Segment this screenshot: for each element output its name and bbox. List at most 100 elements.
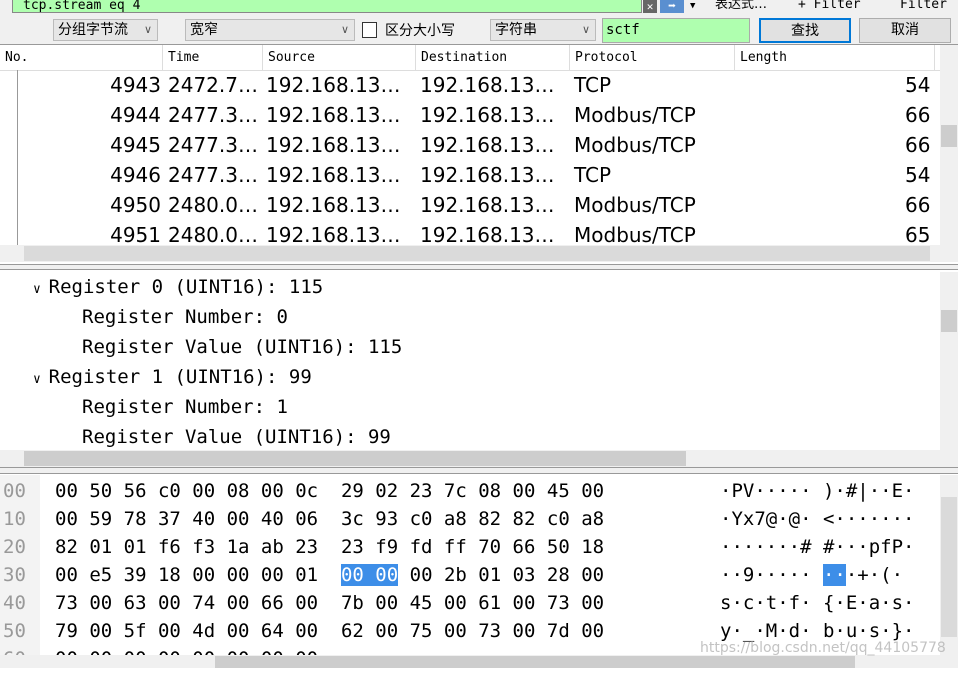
packet-destination: 192.168.13… [420, 133, 555, 157]
packet-list-scrollbar[interactable] [940, 45, 958, 245]
ascii-bytes: ·······# #···pfP· [720, 536, 915, 558]
detail-item[interactable]: Register Value (UINT16): 115 [82, 332, 402, 362]
ascii-bytes: s·c·t·f· {·E·a·s· [720, 592, 915, 614]
detail-text: Register 0 (UINT16): 115 [48, 276, 324, 298]
packet-length: 54 [905, 73, 931, 97]
packet-source: 192.168.13… [266, 163, 401, 187]
pane-splitter[interactable] [0, 467, 958, 474]
hex-offset: 40 [3, 592, 26, 614]
ascii-bytes: ··9····· [720, 564, 823, 586]
case-sensitive-checkbox[interactable] [362, 22, 377, 38]
detail-item[interactable]: Register Number: 1 [82, 392, 288, 422]
detail-item[interactable]: ∨ Register 0 (UINT16): 115 [33, 272, 323, 305]
column-source[interactable]: Source [263, 45, 416, 71]
packet-protocol: Modbus/TCP [574, 193, 696, 217]
hex-bytes: 00 59 78 37 40 00 40 06 3c 93 c0 a8 82 8… [55, 508, 605, 530]
hex-row[interactable]: 20 82 01 01 f6 f3 1a ab 23 23 f9 fd ff 70… [0, 533, 940, 561]
bytes-hscrollbar[interactable] [0, 655, 958, 668]
hex-row[interactable]: 40 73 00 63 00 74 00 66 00 7b 00 45 00 61… [0, 589, 940, 617]
expand-chevron-icon[interactable]: ∨ [33, 282, 49, 297]
hex-bytes: 00 50 56 c0 00 08 00 0c 29 02 23 7c 08 0… [55, 480, 605, 502]
hex-row[interactable]: 30 00 e5 39 18 00 00 00 01 00 00 00 2b 01… [0, 561, 940, 589]
cancel-button[interactable]: 取消 [859, 18, 951, 43]
expression-button[interactable]: 表达式… [715, 0, 767, 13]
column-destination[interactable]: Destination [416, 45, 570, 71]
hex-bytes-rest: 00 2b 01 03 28 00 [398, 564, 605, 586]
ascii-rest: ·+·(· [845, 564, 904, 586]
packet-time: 2477.3… [168, 163, 258, 187]
clear-filter-icon[interactable]: ✕ [643, 0, 657, 13]
add-filter-button[interactable]: + Filter [798, 0, 861, 13]
ascii-bytes: y·_·M·d· b·u·s·}· [720, 620, 915, 642]
column-protocol[interactable]: Protocol [570, 45, 735, 71]
column-time[interactable]: Time [163, 45, 263, 71]
hex-bytes: 79 00 5f 00 4d 00 64 00 62 00 75 00 73 0… [55, 620, 605, 642]
packet-source: 192.168.13… [266, 73, 401, 97]
ascii-bytes: ·Yx7@·@· <······· [720, 508, 915, 530]
packet-destination: 192.168.13… [420, 103, 555, 127]
detail-text: Register 1 (UINT16): 99 [48, 366, 312, 388]
find-button[interactable]: 查找 [759, 18, 851, 43]
detail-text: Register Number: 1 [82, 396, 288, 418]
detail-item[interactable]: Register Value (UINT16): 99 [82, 422, 391, 452]
detail-item[interactable]: Register Number: 0 [82, 302, 288, 332]
packet-time: 2477.3… [168, 133, 258, 157]
packet-protocol: Modbus/TCP [574, 103, 696, 127]
filter-button[interactable]: Filter [900, 0, 947, 13]
packet-protocol: Modbus/TCP [574, 133, 696, 157]
packet-row[interactable]: 4943 2472.7… 192.168.13… 192.168.13… TCP… [0, 70, 940, 100]
packet-source: 192.168.13… [266, 103, 401, 127]
packet-length: 66 [905, 193, 931, 217]
hex-offset: 30 [3, 564, 26, 586]
packet-no: 4950 [110, 193, 161, 217]
detail-text: Register Value (UINT16): 115 [82, 336, 403, 358]
details-scrollbar[interactable] [940, 272, 958, 450]
packet-no: 4944 [110, 103, 161, 127]
display-filter-bar: tcp.stream eq 4 ✕ ➡ ▼ 表达式… + Filter Filt… [0, 0, 958, 14]
packet-row[interactable]: 4945 2477.3… 192.168.13… 192.168.13… Mod… [0, 130, 940, 160]
watermark: https://blog.csdn.net/qq_44105778 [700, 640, 946, 656]
case-sensitive-label: 区分大小写 [385, 23, 455, 39]
charset-value: 宽窄 [190, 22, 218, 38]
search-type-value: 字符串 [495, 22, 537, 38]
column-length[interactable]: Length [735, 45, 935, 71]
packet-destination: 192.168.13… [420, 163, 555, 187]
search-input[interactable]: sctf [602, 18, 750, 43]
hex-bytes: 82 01 01 f6 f3 1a ab 23 23 f9 fd ff 70 6… [55, 536, 605, 558]
hex-offset: 00 [3, 480, 26, 502]
chevron-down-icon: ∨ [340, 23, 349, 36]
packet-row[interactable]: 4946 2477.3… 192.168.13… 192.168.13… TCP… [0, 160, 940, 190]
apply-filter-icon[interactable]: ➡ [660, 0, 684, 13]
display-filter-input[interactable]: tcp.stream eq 4 [12, 0, 642, 13]
pane-splitter[interactable] [0, 264, 958, 270]
search-in-value: 分组字节流 [58, 22, 128, 38]
details-hscrollbar[interactable] [0, 450, 958, 467]
packet-length: 54 [905, 163, 931, 187]
ascii-selected: ·· [822, 564, 846, 586]
hex-row[interactable]: 10 00 59 78 37 40 00 40 06 3c 93 c0 a8 82… [0, 505, 940, 533]
packet-list-hscrollbar[interactable] [0, 245, 958, 262]
hex-bytes: 73 00 63 00 74 00 66 00 7b 00 45 00 61 0… [55, 592, 605, 614]
chevron-down-icon: ∨ [143, 23, 152, 36]
column-no[interactable]: No. [0, 45, 163, 71]
packet-destination: 192.168.13… [420, 73, 555, 97]
packet-source: 192.168.13… [266, 193, 401, 217]
detail-text: Register Number: 0 [82, 306, 288, 328]
packet-length: 66 [905, 133, 931, 157]
packet-row[interactable]: 4944 2477.3… 192.168.13… 192.168.13… Mod… [0, 100, 940, 130]
filter-history-icon[interactable]: ▼ [690, 0, 695, 14]
packet-source: 192.168.13… [266, 133, 401, 157]
packet-row[interactable]: 4950 2480.0… 192.168.13… 192.168.13… Mod… [0, 190, 940, 220]
bytes-scrollbar[interactable] [940, 475, 958, 655]
expand-chevron-icon[interactable]: ∨ [33, 372, 49, 387]
search-in-select[interactable]: 分组字节流 ∨ [53, 19, 158, 41]
detail-text: Register Value (UINT16): 99 [82, 426, 391, 448]
detail-item[interactable]: ∨ Register 1 (UINT16): 99 [33, 362, 312, 395]
ascii-bytes: ·PV····· )·#|··E· [720, 480, 915, 502]
hex-row[interactable]: 00 00 50 56 c0 00 08 00 0c 29 02 23 7c 08… [0, 477, 940, 505]
charset-select[interactable]: 宽窄 ∨ [185, 19, 355, 41]
packet-length: 66 [905, 103, 931, 127]
search-type-select[interactable]: 字符串 ∨ [490, 19, 596, 41]
hex-offset: 50 [3, 620, 26, 642]
packet-list-header: No. Time Source Destination Protocol Len… [0, 45, 940, 71]
